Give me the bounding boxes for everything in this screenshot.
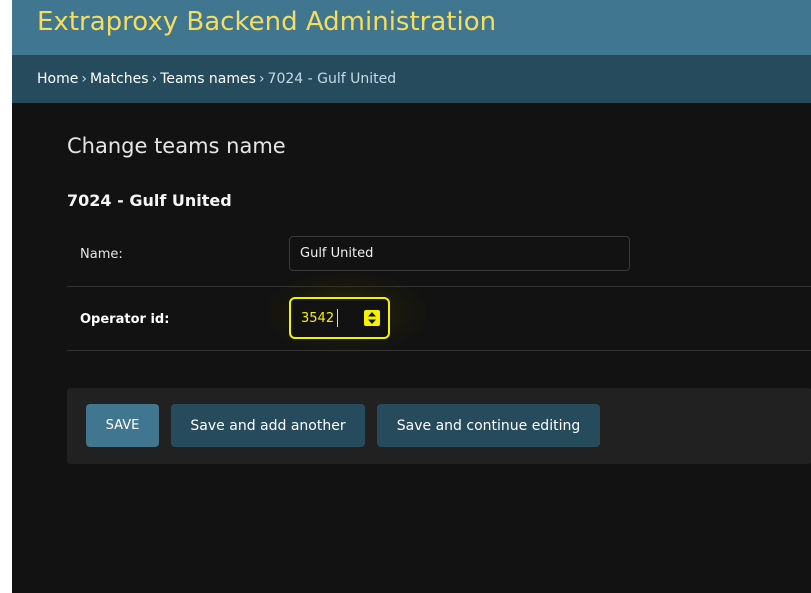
save-button[interactable]: SAVE: [86, 404, 159, 447]
object-title: 7024 - Gulf United: [67, 191, 232, 210]
breadcrumb-matches-link[interactable]: Matches: [90, 71, 149, 87]
breadcrumb: Home › Matches › Teams names › 7024 - Gulf Uni…: [12, 55, 811, 103]
name-label: Name:: [80, 247, 123, 262]
breadcrumb-teams-names-link[interactable]: Teams names: [160, 71, 256, 87]
breadcrumb-separator: ›: [81, 71, 87, 87]
submit-row: SAVE Save and add another Save and conti…: [67, 388, 811, 464]
save-and-add-another-button[interactable]: Save and add another: [171, 404, 365, 447]
text-cursor: [337, 309, 338, 327]
header: Extraproxy Backend Administration: [12, 0, 811, 55]
breadcrumb-separator: ›: [151, 71, 158, 87]
site-title[interactable]: Extraproxy Backend Administration: [37, 7, 496, 37]
breadcrumb-home-link[interactable]: Home: [37, 71, 78, 87]
breadcrumb-separator: ›: [258, 71, 265, 87]
operator-id-input[interactable]: [301, 309, 351, 327]
operator-id-label: Operator id:: [80, 312, 170, 327]
number-spinner[interactable]: [364, 310, 380, 326]
breadcrumb-current: 7024 - Gulf United: [267, 71, 397, 87]
save-and-continue-editing-button[interactable]: Save and continue editing: [377, 404, 600, 447]
spinner-arrows-icon: [368, 312, 376, 324]
breadcrumb-inner: Home › Matches › Teams names › 7024 - Gulf Uni…: [37, 55, 396, 103]
page-title: Change teams name: [67, 134, 286, 158]
form-row-operator-id: Operator id:: [67, 273, 811, 353]
form-row-name: Name:: [67, 225, 811, 287]
admin-window: Extraproxy Backend Administration Home › M…: [12, 0, 811, 593]
name-input[interactable]: [289, 236, 630, 271]
operator-id-field[interactable]: [289, 297, 390, 339]
